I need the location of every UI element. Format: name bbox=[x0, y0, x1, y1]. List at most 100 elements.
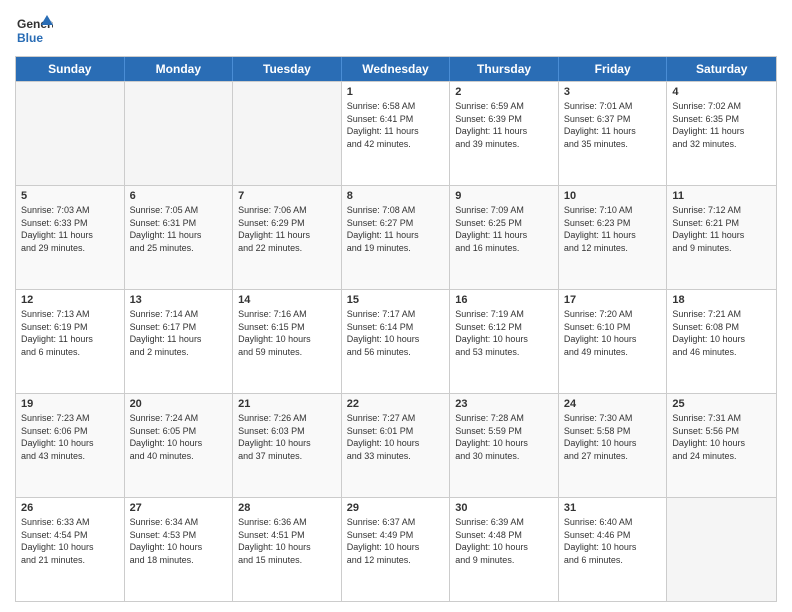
page: General Blue SundayMondayTuesdayWednesda… bbox=[0, 0, 792, 612]
calendar-cell: 31Sunrise: 6:40 AM Sunset: 4:46 PM Dayli… bbox=[559, 498, 668, 601]
day-info: Sunrise: 7:14 AM Sunset: 6:17 PM Dayligh… bbox=[130, 308, 228, 358]
calendar-cell: 23Sunrise: 7:28 AM Sunset: 5:59 PM Dayli… bbox=[450, 394, 559, 497]
day-number: 3 bbox=[564, 86, 662, 98]
calendar-cell: 14 Sunrise: 7:16 AM Sunset: 6:15 PM Dayli… bbox=[233, 290, 342, 393]
day-number: 24 bbox=[564, 398, 662, 410]
day-number: 17 bbox=[564, 294, 662, 306]
day-info: Sunrise: 6:34 AM Sunset: 4:53 PM Dayligh… bbox=[130, 516, 228, 566]
day-info: Sunrise: 7:19 AM Sunset: 6:12 PM Dayligh… bbox=[455, 308, 553, 358]
logo: General Blue bbox=[15, 10, 53, 48]
calendar-row: 26 Sunrise: 6:33 AM Sunset: 4:54 PM Dayli… bbox=[16, 497, 776, 601]
svg-text:Blue: Blue bbox=[17, 31, 43, 45]
calendar-row: 19Sunrise: 7:23 AM Sunset: 6:06 PM Dayli… bbox=[16, 393, 776, 497]
day-number: 28 bbox=[238, 502, 336, 514]
day-number: 27 bbox=[130, 502, 228, 514]
calendar-cell: 29 Sunrise: 6:37 AM Sunset: 4:49 PM Dayli… bbox=[342, 498, 451, 601]
day-info: Sunrise: 7:02 AM Sunset: 6:35 PM Dayligh… bbox=[672, 100, 771, 150]
calendar-cell: 12 Sunrise: 7:13 AM Sunset: 6:19 PM Dayli… bbox=[16, 290, 125, 393]
calendar-cell: 30Sunrise: 6:39 AM Sunset: 4:48 PM Dayli… bbox=[450, 498, 559, 601]
day-number: 7 bbox=[238, 190, 336, 202]
day-info: Sunrise: 7:03 AM Sunset: 6:33 PM Dayligh… bbox=[21, 204, 119, 254]
calendar-cell: 3 Sunrise: 7:01 AM Sunset: 6:37 PM Daylig… bbox=[559, 82, 668, 185]
day-info: Sunrise: 7:09 AM Sunset: 6:25 PM Dayligh… bbox=[455, 204, 553, 254]
day-info: Sunrise: 6:39 AM Sunset: 4:48 PM Dayligh… bbox=[455, 516, 553, 566]
day-number: 13 bbox=[130, 294, 228, 306]
day-info: Sunrise: 7:16 AM Sunset: 6:15 PM Dayligh… bbox=[238, 308, 336, 358]
day-info: Sunrise: 7:27 AM Sunset: 6:01 PM Dayligh… bbox=[347, 412, 445, 462]
calendar-cell: 21Sunrise: 7:26 AM Sunset: 6:03 PM Dayli… bbox=[233, 394, 342, 497]
day-number: 23 bbox=[455, 398, 553, 410]
day-number: 31 bbox=[564, 502, 662, 514]
day-info: Sunrise: 7:20 AM Sunset: 6:10 PM Dayligh… bbox=[564, 308, 662, 358]
day-info: Sunrise: 6:33 AM Sunset: 4:54 PM Dayligh… bbox=[21, 516, 119, 566]
calendar-cell: 10 Sunrise: 7:10 AM Sunset: 6:23 PM Dayli… bbox=[559, 186, 668, 289]
day-info: Sunrise: 6:58 AM Sunset: 6:41 PM Dayligh… bbox=[347, 100, 445, 150]
calendar-cell: 5 Sunrise: 7:03 AM Sunset: 6:33 PM Daylig… bbox=[16, 186, 125, 289]
calendar-cell: 11 Sunrise: 7:12 AM Sunset: 6:21 PM Dayli… bbox=[667, 186, 776, 289]
calendar-cell bbox=[233, 82, 342, 185]
day-info: Sunrise: 7:06 AM Sunset: 6:29 PM Dayligh… bbox=[238, 204, 336, 254]
day-number: 21 bbox=[238, 398, 336, 410]
calendar-body: 1 Sunrise: 6:58 AM Sunset: 6:41 PM Daylig… bbox=[16, 81, 776, 601]
calendar-row: 5 Sunrise: 7:03 AM Sunset: 6:33 PM Daylig… bbox=[16, 185, 776, 289]
calendar-cell: 24 Sunrise: 7:30 AM Sunset: 5:58 PM Dayli… bbox=[559, 394, 668, 497]
calendar-cell: 25 Sunrise: 7:31 AM Sunset: 5:56 PM Dayli… bbox=[667, 394, 776, 497]
day-info: Sunrise: 6:59 AM Sunset: 6:39 PM Dayligh… bbox=[455, 100, 553, 150]
calendar-cell: 1 Sunrise: 6:58 AM Sunset: 6:41 PM Daylig… bbox=[342, 82, 451, 185]
weekday-header: Sunday bbox=[16, 57, 125, 81]
calendar-cell: 16Sunrise: 7:19 AM Sunset: 6:12 PM Dayli… bbox=[450, 290, 559, 393]
day-number: 15 bbox=[347, 294, 445, 306]
day-number: 10 bbox=[564, 190, 662, 202]
day-number: 4 bbox=[672, 86, 771, 98]
calendar-cell: 20 Sunrise: 7:24 AM Sunset: 6:05 PM Dayli… bbox=[125, 394, 234, 497]
day-info: Sunrise: 6:36 AM Sunset: 4:51 PM Dayligh… bbox=[238, 516, 336, 566]
day-info: Sunrise: 7:21 AM Sunset: 6:08 PM Dayligh… bbox=[672, 308, 771, 358]
day-number: 9 bbox=[455, 190, 553, 202]
calendar-cell: 8Sunrise: 7:08 AM Sunset: 6:27 PM Daylig… bbox=[342, 186, 451, 289]
calendar-cell: 15 Sunrise: 7:17 AM Sunset: 6:14 PM Dayli… bbox=[342, 290, 451, 393]
calendar-cell: 6Sunrise: 7:05 AM Sunset: 6:31 PM Daylig… bbox=[125, 186, 234, 289]
calendar-row: 1 Sunrise: 6:58 AM Sunset: 6:41 PM Daylig… bbox=[16, 81, 776, 185]
weekday-header: Monday bbox=[125, 57, 234, 81]
day-info: Sunrise: 7:23 AM Sunset: 6:06 PM Dayligh… bbox=[21, 412, 119, 462]
day-number: 20 bbox=[130, 398, 228, 410]
logo-icon: General Blue bbox=[15, 10, 53, 48]
day-info: Sunrise: 7:24 AM Sunset: 6:05 PM Dayligh… bbox=[130, 412, 228, 462]
day-number: 22 bbox=[347, 398, 445, 410]
weekday-header: Thursday bbox=[450, 57, 559, 81]
calendar-cell: 27 Sunrise: 6:34 AM Sunset: 4:53 PM Dayli… bbox=[125, 498, 234, 601]
calendar-row: 12 Sunrise: 7:13 AM Sunset: 6:19 PM Dayli… bbox=[16, 289, 776, 393]
calendar-cell: 2Sunrise: 6:59 AM Sunset: 6:39 PM Daylig… bbox=[450, 82, 559, 185]
calendar-cell: 13 Sunrise: 7:14 AM Sunset: 6:17 PM Dayli… bbox=[125, 290, 234, 393]
day-info: Sunrise: 7:31 AM Sunset: 5:56 PM Dayligh… bbox=[672, 412, 771, 462]
day-number: 5 bbox=[21, 190, 119, 202]
calendar-cell bbox=[16, 82, 125, 185]
day-info: Sunrise: 7:01 AM Sunset: 6:37 PM Dayligh… bbox=[564, 100, 662, 150]
day-number: 8 bbox=[347, 190, 445, 202]
weekday-header: Saturday bbox=[667, 57, 776, 81]
day-number: 12 bbox=[21, 294, 119, 306]
calendar-cell: 9 Sunrise: 7:09 AM Sunset: 6:25 PM Daylig… bbox=[450, 186, 559, 289]
day-info: Sunrise: 7:05 AM Sunset: 6:31 PM Dayligh… bbox=[130, 204, 228, 254]
day-info: Sunrise: 7:17 AM Sunset: 6:14 PM Dayligh… bbox=[347, 308, 445, 358]
calendar-cell: 4 Sunrise: 7:02 AM Sunset: 6:35 PM Daylig… bbox=[667, 82, 776, 185]
day-number: 18 bbox=[672, 294, 771, 306]
calendar-cell bbox=[667, 498, 776, 601]
calendar-cell bbox=[125, 82, 234, 185]
day-info: Sunrise: 7:13 AM Sunset: 6:19 PM Dayligh… bbox=[21, 308, 119, 358]
day-number: 1 bbox=[347, 86, 445, 98]
day-number: 11 bbox=[672, 190, 771, 202]
day-info: Sunrise: 7:10 AM Sunset: 6:23 PM Dayligh… bbox=[564, 204, 662, 254]
day-info: Sunrise: 6:37 AM Sunset: 4:49 PM Dayligh… bbox=[347, 516, 445, 566]
day-info: Sunrise: 7:12 AM Sunset: 6:21 PM Dayligh… bbox=[672, 204, 771, 254]
day-number: 29 bbox=[347, 502, 445, 514]
day-number: 25 bbox=[672, 398, 771, 410]
day-info: Sunrise: 7:30 AM Sunset: 5:58 PM Dayligh… bbox=[564, 412, 662, 462]
calendar-cell: 19Sunrise: 7:23 AM Sunset: 6:06 PM Dayli… bbox=[16, 394, 125, 497]
calendar-cell: 7 Sunrise: 7:06 AM Sunset: 6:29 PM Daylig… bbox=[233, 186, 342, 289]
weekday-header: Tuesday bbox=[233, 57, 342, 81]
weekday-header: Friday bbox=[559, 57, 668, 81]
day-number: 26 bbox=[21, 502, 119, 514]
calendar-cell: 18 Sunrise: 7:21 AM Sunset: 6:08 PM Dayli… bbox=[667, 290, 776, 393]
day-number: 14 bbox=[238, 294, 336, 306]
